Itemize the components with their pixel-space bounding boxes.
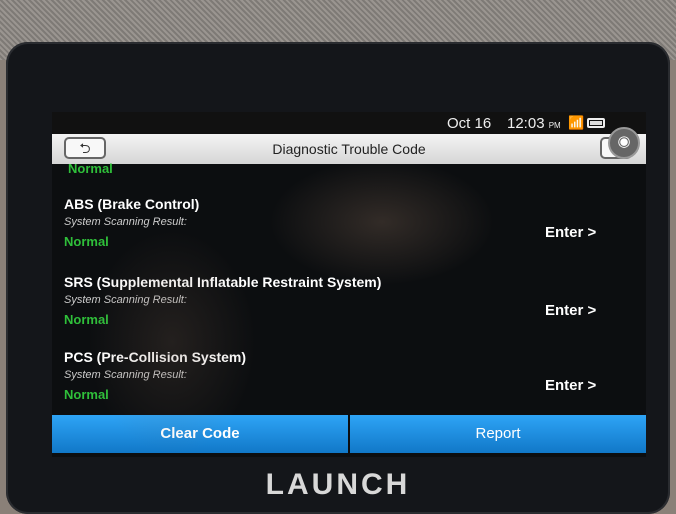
system-status: Normal — [64, 312, 109, 327]
system-status: Normal — [64, 234, 109, 249]
system-name: ABS (Brake Control) — [64, 196, 200, 212]
status-date: Oct 16 — [447, 115, 492, 132]
enter-button[interactable]: Enter > — [545, 377, 596, 394]
camera-icon[interactable]: ◉ — [608, 127, 640, 159]
enter-button[interactable]: Enter > — [545, 302, 596, 319]
system-scan-label: System Scanning Result: — [64, 216, 187, 228]
status-time: 12:03 PM — [507, 115, 561, 132]
system-name: PCS (Pre-Collision System) — [64, 349, 247, 365]
launch-logo: LAUNCH — [265, 468, 411, 501]
bottom-action-bar: Clear Code Report — [52, 415, 646, 453]
system-status: Normal — [64, 387, 109, 402]
battery-icon — [587, 118, 605, 128]
system-entry-abs[interactable]: ABS (Brake Control) System Scanning Resu… — [52, 196, 646, 276]
title-bar: ⮌ Diagnostic Trouble Code ⇥ — [52, 134, 646, 164]
status-time-value: 12:03 — [507, 115, 545, 132]
system-scan-label: System Scanning Result: — [64, 294, 187, 306]
system-scan-label: System Scanning Result: — [64, 369, 187, 381]
report-button[interactable]: Report — [350, 415, 646, 453]
clear-code-button[interactable]: Clear Code — [52, 415, 348, 453]
page-title: Diagnostic Trouble Code — [272, 141, 426, 157]
system-entry-srs[interactable]: SRS (Supplemental Inflatable Restraint S… — [52, 274, 646, 354]
screen: Oct 16 12:03 PM 📶 ◉ ⮌ Diagnostic Trouble… — [52, 112, 646, 457]
partial-status-normal: Normal — [68, 161, 113, 176]
wifi-icon: 📶 — [568, 115, 585, 130]
status-bar: Oct 16 12:03 PM 📶 — [52, 112, 646, 134]
system-name: SRS (Supplemental Inflatable Restraint S… — [64, 274, 382, 290]
status-ampm: PM — [548, 121, 561, 130]
enter-button[interactable]: Enter > — [545, 224, 596, 241]
